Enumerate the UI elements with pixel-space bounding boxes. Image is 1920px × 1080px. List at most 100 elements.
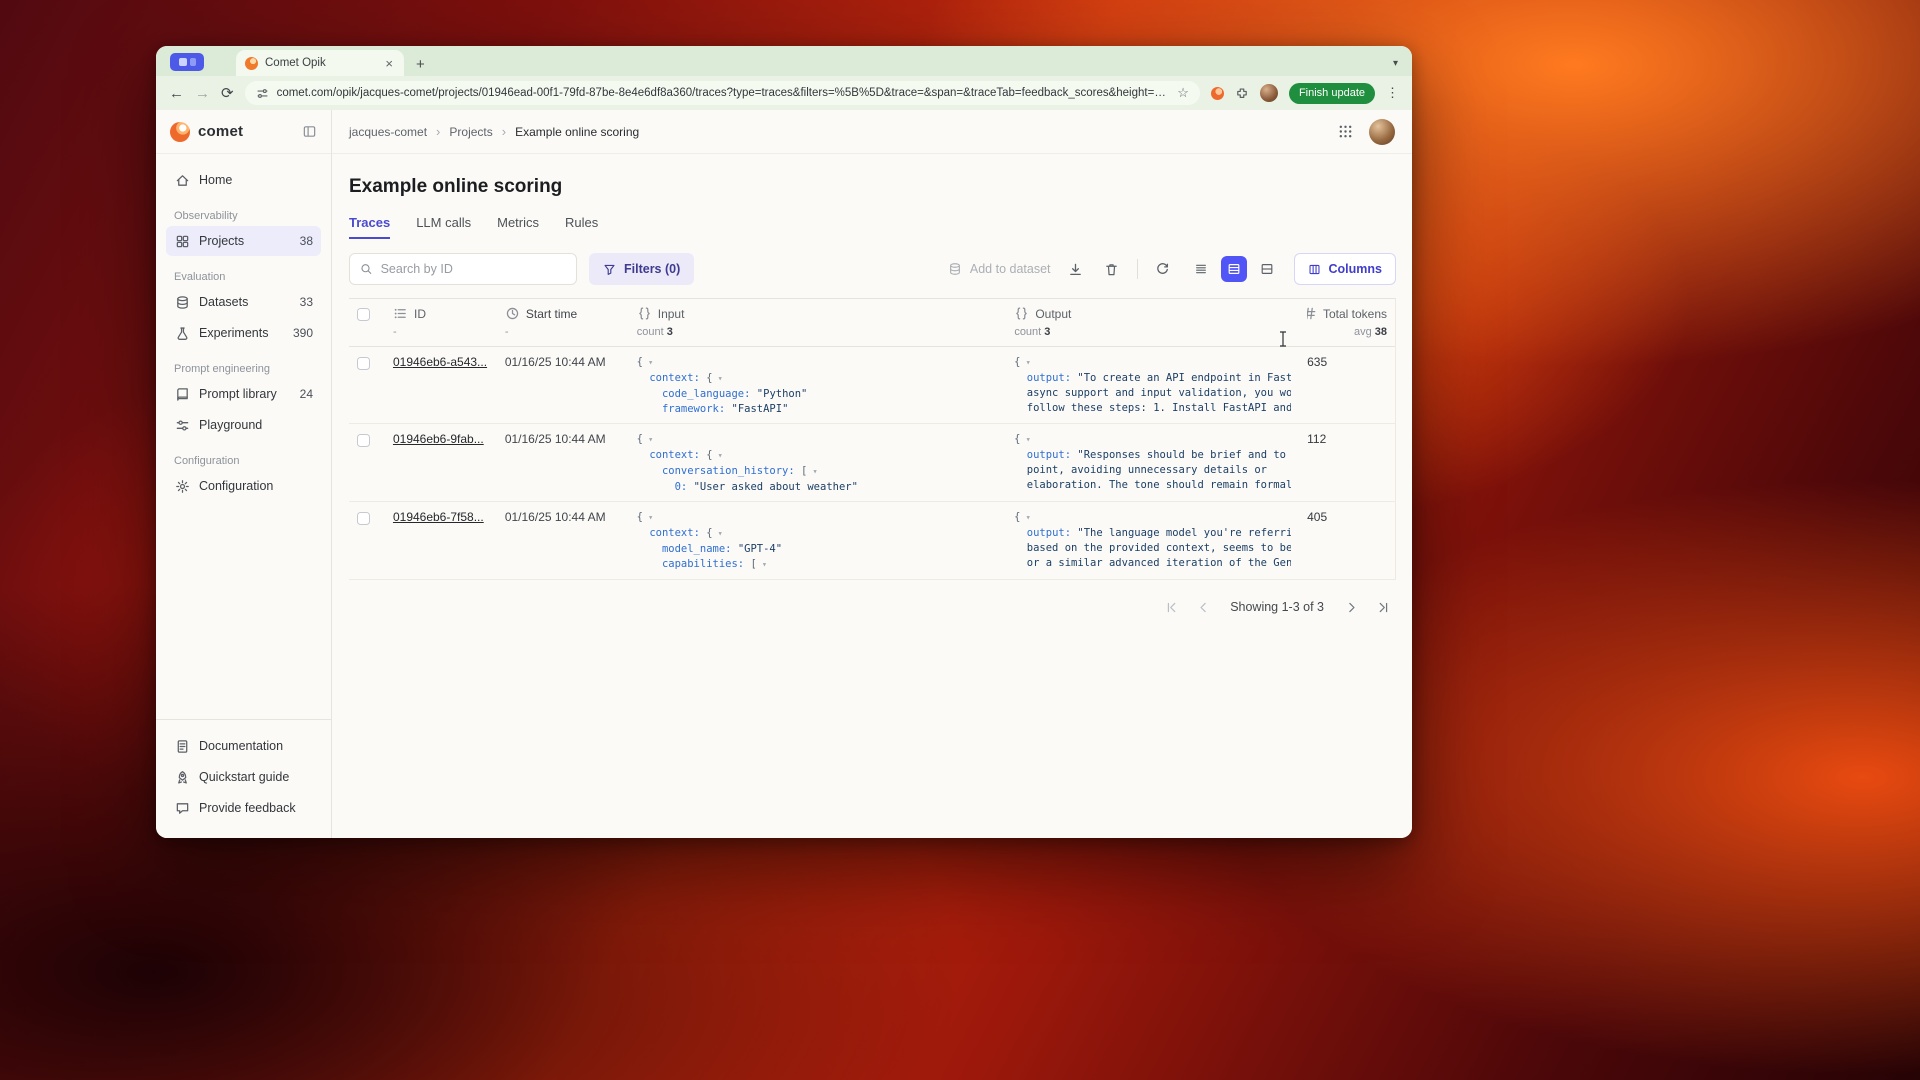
- grid-icon: [174, 234, 190, 249]
- window-controls-chip[interactable]: [170, 53, 204, 71]
- trace-id-link[interactable]: 01946eb6-9fab...: [393, 432, 484, 446]
- sidebar-item-datasets[interactable]: Datasets33: [166, 287, 321, 317]
- forward-icon[interactable]: →: [195, 86, 210, 101]
- tab-list-chevron-icon[interactable]: ▾: [1393, 58, 1398, 69]
- column-header-select[interactable]: [349, 306, 385, 324]
- sidebar-item-label: Provide feedback: [199, 801, 313, 815]
- column-header-total-tokens[interactable]: Total tokens avg 38: [1299, 306, 1395, 338]
- count-badge: 24: [300, 387, 313, 401]
- tab-llm-calls[interactable]: LLM calls: [416, 215, 471, 239]
- column-label: Start time: [526, 307, 577, 321]
- row-checkbox[interactable]: [357, 512, 370, 525]
- browser-menu-icon[interactable]: ⋮: [1386, 85, 1399, 101]
- row-checkbox[interactable]: [357, 434, 370, 447]
- breadcrumb-bar: jacques-comet › Projects › Example onlin…: [332, 110, 1412, 154]
- braces-icon: [1014, 306, 1029, 321]
- browser-toolbar: ← → ⟳ comet.com/opik/jacques-comet/proje…: [156, 76, 1412, 110]
- sidebar-collapse-icon[interactable]: [302, 124, 317, 139]
- density-medium-button[interactable]: [1221, 256, 1247, 282]
- trace-id-link[interactable]: 01946eb6-7f58...: [393, 510, 484, 524]
- clock-icon: [505, 306, 520, 321]
- sidebar-item-documentation[interactable]: Documentation: [166, 731, 321, 761]
- column-label: Total tokens: [1323, 307, 1387, 321]
- check-cell: [349, 510, 385, 528]
- tab-metrics[interactable]: Metrics: [497, 215, 539, 239]
- browser-tab[interactable]: Comet Opik ×: [236, 50, 404, 76]
- logo-text: comet: [198, 123, 294, 140]
- density-small-button[interactable]: [1188, 256, 1214, 282]
- search-box[interactable]: [349, 253, 577, 285]
- finish-update-button[interactable]: Finish update: [1289, 83, 1375, 104]
- sidebar-item-configuration[interactable]: Configuration: [166, 471, 321, 501]
- table-row[interactable]: 01946eb6-a543...01/16/25 10:44 AM{ ▾ con…: [349, 347, 1395, 424]
- main-panel: jacques-comet › Projects › Example onlin…: [332, 110, 1412, 838]
- breadcrumb-projects[interactable]: Projects: [449, 125, 492, 139]
- sidebar-item-quickstart-guide[interactable]: Quickstart guide: [166, 762, 321, 792]
- breadcrumb-workspace[interactable]: jacques-comet: [349, 125, 427, 139]
- bookmark-star-icon[interactable]: ☆: [1177, 85, 1189, 101]
- columns-icon: [1308, 263, 1321, 276]
- select-all-checkbox[interactable]: [357, 308, 370, 321]
- trash-icon[interactable]: [1101, 258, 1123, 280]
- output-json-cell: { ▾ output: "Responses should be brief a…: [1006, 432, 1299, 493]
- search-input[interactable]: [381, 262, 566, 276]
- table-row[interactable]: 01946eb6-7f58...01/16/25 10:44 AM{ ▾ con…: [349, 502, 1395, 580]
- tab-rules[interactable]: Rules: [565, 215, 598, 239]
- tab-traces[interactable]: Traces: [349, 215, 390, 239]
- database-icon: [948, 262, 962, 276]
- site-settings-icon[interactable]: [256, 87, 269, 100]
- refresh-icon[interactable]: [1152, 258, 1174, 280]
- sidebar: comet Home ObservabilityProjects38Evalua…: [156, 110, 332, 838]
- hash-icon: [1307, 306, 1317, 321]
- check-cell: [349, 355, 385, 373]
- sidebar-item-label: Prompt library: [199, 387, 291, 401]
- column-header-input[interactable]: Inputcount 3: [629, 306, 1007, 338]
- filters-label: Filters (0): [624, 262, 680, 276]
- browser-profile-avatar[interactable]: [1260, 84, 1278, 102]
- columns-button[interactable]: Columns: [1294, 253, 1396, 285]
- tab-close-icon[interactable]: ×: [383, 57, 395, 70]
- extensions-puzzle-icon[interactable]: [1235, 86, 1249, 100]
- add-to-dataset-button[interactable]: Add to dataset: [948, 262, 1051, 276]
- browser-tab-strip: Comet Opik × + ▾: [156, 46, 1412, 76]
- column-header-id[interactable]: ID-: [385, 306, 497, 338]
- filters-button[interactable]: Filters (0): [589, 253, 694, 285]
- column-subheader: -: [393, 326, 489, 338]
- back-icon[interactable]: ←: [169, 86, 184, 101]
- reload-icon[interactable]: ⟳: [221, 86, 234, 101]
- breadcrumb-current: Example online scoring: [515, 125, 639, 139]
- pagination: Showing 1-3 of 3: [349, 594, 1396, 620]
- next-page-icon[interactable]: [1338, 594, 1364, 620]
- column-header-output[interactable]: Outputcount 3: [1006, 306, 1299, 338]
- row-checkbox[interactable]: [357, 357, 370, 370]
- sidebar-item-label: Datasets: [199, 295, 291, 309]
- sidebar-item-prompt-library[interactable]: Prompt library 24: [166, 379, 321, 409]
- apps-grid-icon[interactable]: [1338, 124, 1353, 139]
- download-icon[interactable]: [1065, 258, 1087, 280]
- sidebar-item-home[interactable]: Home: [166, 165, 321, 195]
- trace-id-link[interactable]: 01946eb6-a543...: [393, 355, 487, 369]
- sidebar-item-playground[interactable]: Playground: [166, 410, 321, 440]
- project-page: Example online scoring Traces LLM calls …: [332, 154, 1412, 838]
- user-avatar[interactable]: [1369, 119, 1395, 145]
- new-tab-button[interactable]: +: [416, 57, 425, 72]
- id-cell: 01946eb6-a543...: [385, 355, 497, 369]
- sidebar-item-projects[interactable]: Projects38: [166, 226, 321, 256]
- input-json-cell: { ▾ context: { ▾ model_name: "GPT-4" cap…: [629, 510, 1006, 573]
- extension-comet-icon[interactable]: [1211, 87, 1224, 100]
- column-subheader: avg 38: [1307, 326, 1387, 338]
- table-row[interactable]: 01946eb6-9fab...01/16/25 10:44 AM{ ▾ con…: [349, 424, 1395, 502]
- page-tabs: Traces LLM calls Metrics Rules: [349, 215, 1396, 239]
- sidebar-section-title: Prompt engineering: [174, 363, 313, 375]
- sidebar-item-experiments[interactable]: Experiments390: [166, 318, 321, 348]
- list-icon: [393, 306, 408, 321]
- last-page-icon[interactable]: [1370, 594, 1396, 620]
- density-large-button[interactable]: [1254, 256, 1280, 282]
- first-page-icon[interactable]: [1158, 594, 1184, 620]
- check-cell: [349, 432, 385, 450]
- column-header-start-time[interactable]: Start time-: [497, 306, 629, 338]
- prev-page-icon[interactable]: [1190, 594, 1216, 620]
- sidebar-item-provide-feedback[interactable]: Provide feedback: [166, 793, 321, 823]
- column-subheader: count 3: [1014, 326, 1291, 338]
- url-bar[interactable]: comet.com/opik/jacques-comet/projects/01…: [245, 81, 1200, 105]
